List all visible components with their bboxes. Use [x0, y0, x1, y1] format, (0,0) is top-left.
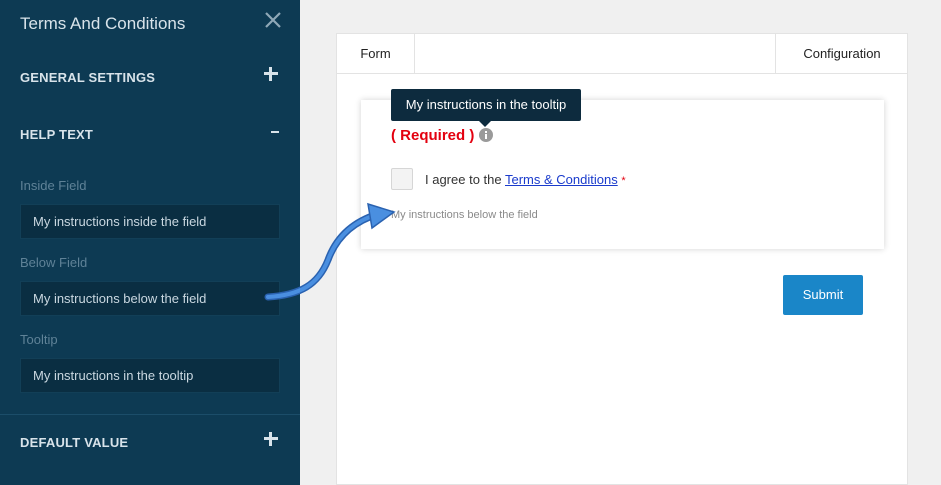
- section-default-value[interactable]: DEFAULT VALUE: [20, 435, 128, 450]
- required-label: ( Required ): [391, 127, 475, 144]
- below-field-label: Below Field: [20, 255, 88, 270]
- tooltip-label: Tooltip: [20, 332, 58, 347]
- plus-icon[interactable]: [262, 430, 280, 448]
- info-icon[interactable]: [479, 128, 493, 142]
- below-field-input[interactable]: My instructions below the field: [20, 281, 280, 316]
- minus-icon[interactable]: [262, 122, 280, 140]
- agree-label: I agree to the Terms & Conditions *: [425, 172, 626, 187]
- sidebar-title: Terms And Conditions: [20, 14, 186, 33]
- tab-bar: Form Configuration: [337, 34, 907, 74]
- submit-button[interactable]: Submit: [783, 275, 863, 315]
- agree-checkbox[interactable]: [391, 168, 413, 190]
- terms-link[interactable]: Terms & Conditions: [505, 172, 618, 187]
- tab-form[interactable]: Form: [337, 34, 415, 74]
- section-general-settings[interactable]: GENERAL SETTINGS: [20, 70, 155, 85]
- tooltip-popup: My instructions in the tooltip: [391, 89, 581, 121]
- tooltip-pointer: [479, 121, 491, 127]
- tab-configuration[interactable]: Configuration: [775, 34, 908, 74]
- below-field-help-text: My instructions below the field: [391, 209, 538, 221]
- plus-icon[interactable]: [262, 65, 280, 83]
- tooltip-input[interactable]: My instructions in the tooltip: [20, 358, 280, 393]
- section-divider: [0, 414, 300, 415]
- agree-prefix: I agree to the: [425, 172, 505, 187]
- settings-sidebar: Terms And Conditions GENERAL SETTINGS HE…: [0, 0, 300, 485]
- inside-field-input[interactable]: My instructions inside the field: [20, 204, 280, 239]
- inside-field-label: Inside Field: [20, 178, 87, 193]
- section-help-text[interactable]: HELP TEXT: [20, 127, 93, 142]
- required-asterisk: *: [621, 175, 626, 187]
- close-icon[interactable]: [262, 9, 284, 31]
- annotation-arrow-icon: [264, 202, 396, 301]
